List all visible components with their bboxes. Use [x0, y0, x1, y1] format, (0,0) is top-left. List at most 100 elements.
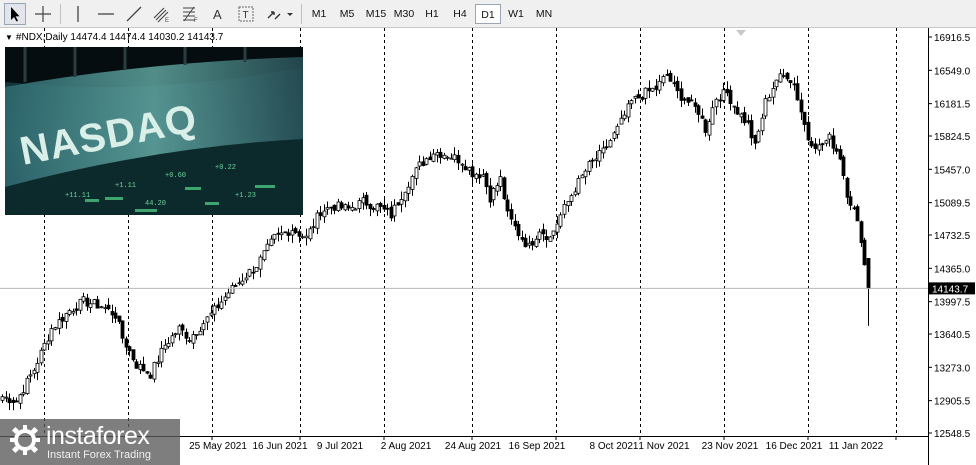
candle-body	[594, 158, 599, 161]
candle-body	[131, 349, 136, 361]
timeframe-m5[interactable]: M5	[334, 4, 360, 24]
candle-body	[467, 167, 472, 171]
trendline-icon[interactable]	[123, 3, 145, 25]
candle-body	[173, 333, 178, 336]
candle-body	[14, 400, 19, 403]
equidistant-channel-icon[interactable]: E	[151, 3, 173, 25]
candle-body	[141, 363, 146, 372]
current-price-label: 14143.7	[932, 284, 969, 295]
chart-area[interactable]: 25 May 2021 16 Jun 2021 9 Jul 2021 2 Aug 20…	[0, 28, 976, 465]
x-tick-label: 9 Jul 2021	[317, 441, 364, 452]
candle-body	[368, 204, 373, 210]
candle-body	[725, 88, 730, 94]
horizontal-line-icon[interactable]	[95, 3, 117, 25]
candle-body	[209, 312, 214, 316]
candle-body	[300, 236, 305, 239]
vertical-line-icon[interactable]	[67, 3, 89, 25]
candle-body	[502, 177, 507, 200]
toolbar: E F A T M1 M5 M15 M30 H1 H4 D1 W1 MN	[0, 0, 976, 28]
text-icon[interactable]: A	[207, 3, 229, 25]
candle-body	[60, 316, 65, 322]
candle-body	[269, 238, 274, 246]
candle-body	[795, 83, 800, 101]
candle-body	[191, 334, 196, 344]
timeframe-w1[interactable]: W1	[503, 4, 529, 24]
candle-body	[163, 344, 168, 350]
timeframe-mn[interactable]: MN	[531, 4, 557, 24]
candle-body	[322, 210, 327, 218]
candle-body	[117, 315, 122, 322]
timeframe-m1[interactable]: M1	[306, 4, 332, 24]
candle-body	[74, 308, 79, 311]
svg-text:+11.11: +11.11	[65, 192, 90, 200]
y-tick-label: 16181.5	[934, 100, 971, 111]
candle-body	[346, 205, 351, 209]
candle-body	[64, 313, 69, 322]
candle-body	[265, 243, 270, 251]
candle-body	[382, 204, 387, 210]
candle-body	[361, 197, 366, 204]
candle-body	[788, 80, 793, 84]
timeframe-h4[interactable]: H4	[447, 4, 473, 24]
candle-body	[4, 396, 9, 399]
candle-body	[219, 301, 224, 309]
candle-body	[308, 228, 313, 240]
candle-body	[806, 121, 811, 141]
candle-body	[18, 394, 23, 404]
candle-body	[414, 167, 419, 179]
candle-body	[21, 392, 26, 395]
candle-body	[343, 204, 348, 211]
candle-body	[756, 130, 761, 143]
timeframe-d1[interactable]: D1	[475, 4, 501, 24]
timeframe-m15[interactable]: M15	[362, 4, 390, 24]
candle-body	[505, 199, 510, 212]
candle-body	[746, 120, 751, 123]
candle-body	[509, 209, 514, 220]
svg-text:44.20: 44.20	[145, 200, 166, 208]
y-tick-label: 15824.5	[934, 132, 971, 143]
candle-body	[371, 208, 376, 210]
candle-body	[230, 285, 235, 294]
candle-body	[802, 111, 807, 125]
toolbar-separator	[301, 4, 302, 24]
candle-body	[279, 232, 284, 236]
svg-text:A: A	[213, 7, 222, 22]
timeframe-h1[interactable]: H1	[419, 4, 445, 24]
candle-body	[364, 194, 369, 206]
candle-body	[311, 226, 316, 229]
candle-body	[357, 200, 362, 209]
cursor-icon[interactable]	[4, 3, 26, 25]
svg-text:+1.23: +1.23	[235, 192, 256, 200]
candle-body	[739, 113, 744, 118]
candle-body	[640, 97, 645, 100]
instaforex-logo-icon	[10, 425, 40, 455]
nasdaq-photo: NASDAQ +11.11 +1.11 +0.60 +0.22 44.20 +1.23	[5, 47, 303, 215]
candle-body	[576, 178, 581, 194]
candle-body	[753, 135, 758, 144]
crosshair-icon[interactable]	[32, 3, 54, 25]
candle-body	[159, 347, 164, 363]
candle-body	[293, 228, 298, 233]
candle-body	[619, 117, 624, 125]
candle-body	[71, 311, 76, 314]
candle-body	[845, 177, 850, 198]
fibonacci-retracement-icon[interactable]: F	[179, 3, 201, 25]
text-label-icon[interactable]: T	[235, 3, 257, 25]
candle-body	[682, 98, 687, 101]
timeframe-m30[interactable]: M30	[391, 4, 417, 24]
x-tick-label: 16 Dec 2021	[766, 441, 823, 452]
candle-body	[590, 159, 595, 162]
candle-body	[710, 107, 715, 125]
candle-body	[272, 233, 277, 240]
candle-body	[145, 371, 150, 374]
candle-body	[67, 310, 72, 315]
candle-body	[700, 115, 705, 119]
candle-body	[707, 121, 712, 136]
candle-body	[774, 79, 779, 88]
candle-body	[180, 324, 185, 331]
candle-body	[286, 232, 291, 236]
candle-body	[251, 271, 256, 274]
candle-body	[763, 98, 768, 117]
candle-body	[216, 304, 221, 309]
arrows-icon[interactable]	[263, 3, 295, 25]
